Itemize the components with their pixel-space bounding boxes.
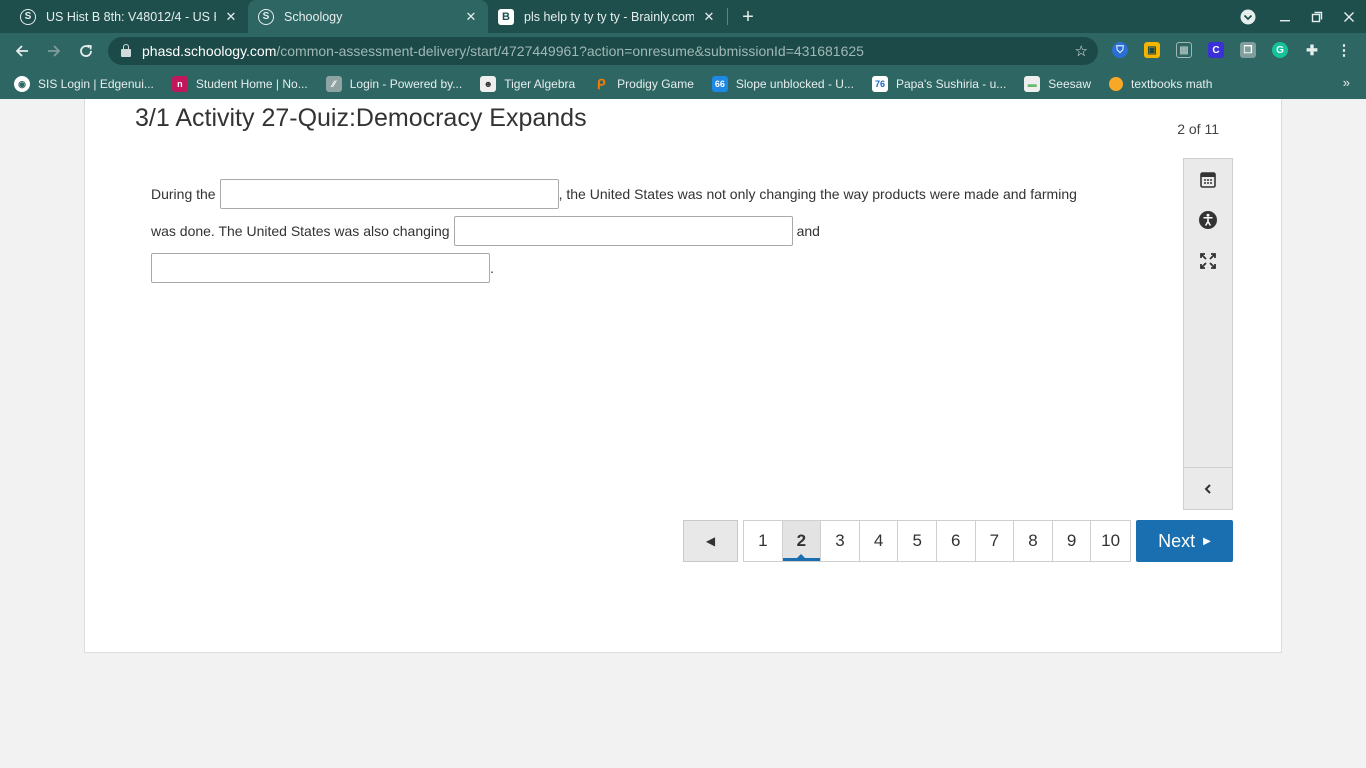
question-text: .: [490, 260, 494, 276]
page-button-6[interactable]: 6: [936, 521, 976, 561]
calculator-icon[interactable]: [1184, 162, 1232, 198]
question-line-3: .: [151, 253, 494, 283]
collapse-sidebar-chevron-icon[interactable]: [1184, 467, 1232, 509]
grammarly-extension-icon[interactable]: G: [1272, 42, 1288, 58]
bookmark-login-powered[interactable]: ⁄⁄ Login - Powered by...: [325, 76, 462, 92]
previous-question-button[interactable]: ◀: [683, 520, 738, 562]
brainly-favicon-icon: B: [498, 8, 514, 25]
next-button-label: Next: [1158, 530, 1196, 551]
sixty-six-logo-icon: 66: [711, 76, 728, 92]
accessibility-icon[interactable]: [1184, 202, 1232, 238]
page-button-1[interactable]: 1: [744, 521, 783, 561]
browser-toolbar: phasd.schoology.com/common-assessment-de…: [0, 33, 1366, 69]
bookmark-textbooks-math[interactable]: textbooks math: [1109, 77, 1212, 91]
bookmark-star-icon[interactable]: ☆: [1075, 42, 1088, 60]
tab-us-hist[interactable]: S US Hist B 8th: V48012/4 - US His ✕: [8, 0, 246, 33]
question-text: , the United States was not only changin…: [558, 186, 1077, 202]
schoology-favicon-icon: S: [20, 8, 36, 25]
lock-icon: [120, 44, 132, 58]
window-close-icon[interactable]: [1332, 0, 1366, 33]
url-text: phasd.schoology.com/common-assessment-de…: [142, 43, 864, 59]
tools-sidebar: [1183, 158, 1233, 510]
question-line-1: During the , the United States was not o…: [151, 179, 1077, 209]
blank-input-1[interactable]: [219, 179, 559, 209]
previous-triangle-icon: ◀: [705, 534, 716, 548]
tab-brainly[interactable]: B pls help ty ty ty ty - Brainly.com ✕: [488, 0, 726, 33]
menu-kebab-icon[interactable]: ⋮: [1336, 42, 1352, 59]
forward-arrow-icon[interactable]: [40, 37, 68, 65]
reload-icon[interactable]: [72, 37, 100, 65]
globe-icon: ◉: [14, 76, 30, 92]
page-button-5[interactable]: 5: [898, 521, 937, 561]
page-button-10[interactable]: 10: [1091, 521, 1130, 561]
classroom-extension-icon[interactable]: ▣: [1144, 42, 1160, 58]
stripes-logo-icon: ⁄⁄: [325, 76, 342, 92]
question-text: was done. The United States was also cha…: [151, 223, 450, 239]
page-button-8[interactable]: 8: [1014, 521, 1053, 561]
bookmark-sis-login[interactable]: ◉ SIS Login | Edgenui...: [14, 76, 154, 92]
page-viewport: 3/1 Activity 27-Quiz:Democracy Expands 2…: [0, 99, 1366, 768]
circle-logo-icon: [1109, 77, 1123, 91]
bookmark-slope-unblocked[interactable]: 66 Slope unblocked - U...: [711, 76, 854, 92]
bookmark-student-home[interactable]: n Student Home | No...: [171, 76, 308, 92]
bookmark-tiger-algebra[interactable]: ☻ Tiger Algebra: [480, 76, 575, 92]
grid-extension-icon[interactable]: ▦: [1176, 42, 1192, 58]
bookmark-seesaw[interactable]: ▬ Seesaw: [1024, 76, 1091, 92]
page-button-9[interactable]: 9: [1052, 521, 1092, 561]
bookmark-papas-sushiria[interactable]: 76 Papa's Sushiria - u...: [871, 76, 1006, 92]
shield-extension-icon[interactable]: ⛉: [1112, 42, 1128, 58]
question-text: and: [796, 223, 820, 239]
question-text: During the: [151, 186, 216, 202]
more-bookmarks-chevron-icon[interactable]: »: [1343, 75, 1350, 90]
page-button-7[interactable]: 7: [975, 521, 1015, 561]
tiger-logo-icon: ☻: [480, 76, 497, 92]
n-logo-icon: n: [171, 76, 188, 92]
tab-title: Schoology: [284, 9, 343, 24]
tab-separator: [727, 8, 728, 25]
restore-icon[interactable]: [1300, 0, 1334, 33]
browser-tab-strip: S US Hist B 8th: V48012/4 - US His ✕ S S…: [0, 0, 1366, 33]
tab-title: pls help ty ty ty ty - Brainly.com: [524, 9, 694, 24]
page-button-3[interactable]: 3: [821, 521, 860, 561]
close-icon[interactable]: ✕: [700, 8, 718, 26]
close-icon[interactable]: ✕: [222, 8, 240, 26]
next-button[interactable]: Next ▶: [1136, 520, 1233, 562]
tab-schoology[interactable]: S Schoology ✕: [248, 0, 488, 33]
tab-title: US Hist B 8th: V48012/4 - US His: [46, 9, 216, 24]
question-counter: 2 of 11: [1177, 121, 1219, 137]
address-bar[interactable]: phasd.schoology.com/common-assessment-de…: [108, 37, 1098, 65]
prodigy-logo-icon: ᑭ: [596, 75, 606, 92]
schoology-favicon-icon: S: [258, 8, 274, 25]
page-button-2-current[interactable]: 2: [782, 521, 822, 561]
new-tab-plus-icon[interactable]: +: [736, 5, 760, 29]
c-extension-icon[interactable]: C: [1208, 42, 1224, 58]
blank-input-2[interactable]: [453, 216, 793, 246]
next-triangle-icon: ▶: [1203, 535, 1211, 547]
bookmarks-bar: ◉ SIS Login | Edgenui... n Student Home …: [0, 69, 1366, 99]
seesaw-logo-icon: ▬: [1024, 76, 1041, 92]
copy-extension-icon[interactable]: ❐: [1240, 42, 1256, 58]
question-pagination: 1 2 3 4 5 6 7 8 9 10: [743, 520, 1131, 562]
fullscreen-expand-icon[interactable]: [1184, 243, 1232, 279]
minimize-icon[interactable]: [1268, 0, 1302, 33]
back-arrow-icon[interactable]: [8, 37, 36, 65]
close-icon[interactable]: ✕: [462, 8, 480, 26]
page-button-4[interactable]: 4: [859, 521, 899, 561]
question-line-2: was done. The United States was also cha…: [151, 216, 820, 246]
blank-input-3[interactable]: [151, 253, 490, 283]
bookmark-prodigy-game[interactable]: ᑭ Prodigy Game: [593, 76, 694, 92]
quiz-title: 3/1 Activity 27-Quiz:Democracy Expands: [135, 104, 587, 132]
assessment-card: 3/1 Activity 27-Quiz:Democracy Expands 2…: [84, 99, 1282, 653]
seventy-six-logo-icon: 76: [871, 76, 888, 92]
tab-search-chevron-icon[interactable]: [1231, 0, 1265, 33]
extensions-puzzle-icon[interactable]: ✚: [1304, 42, 1320, 58]
